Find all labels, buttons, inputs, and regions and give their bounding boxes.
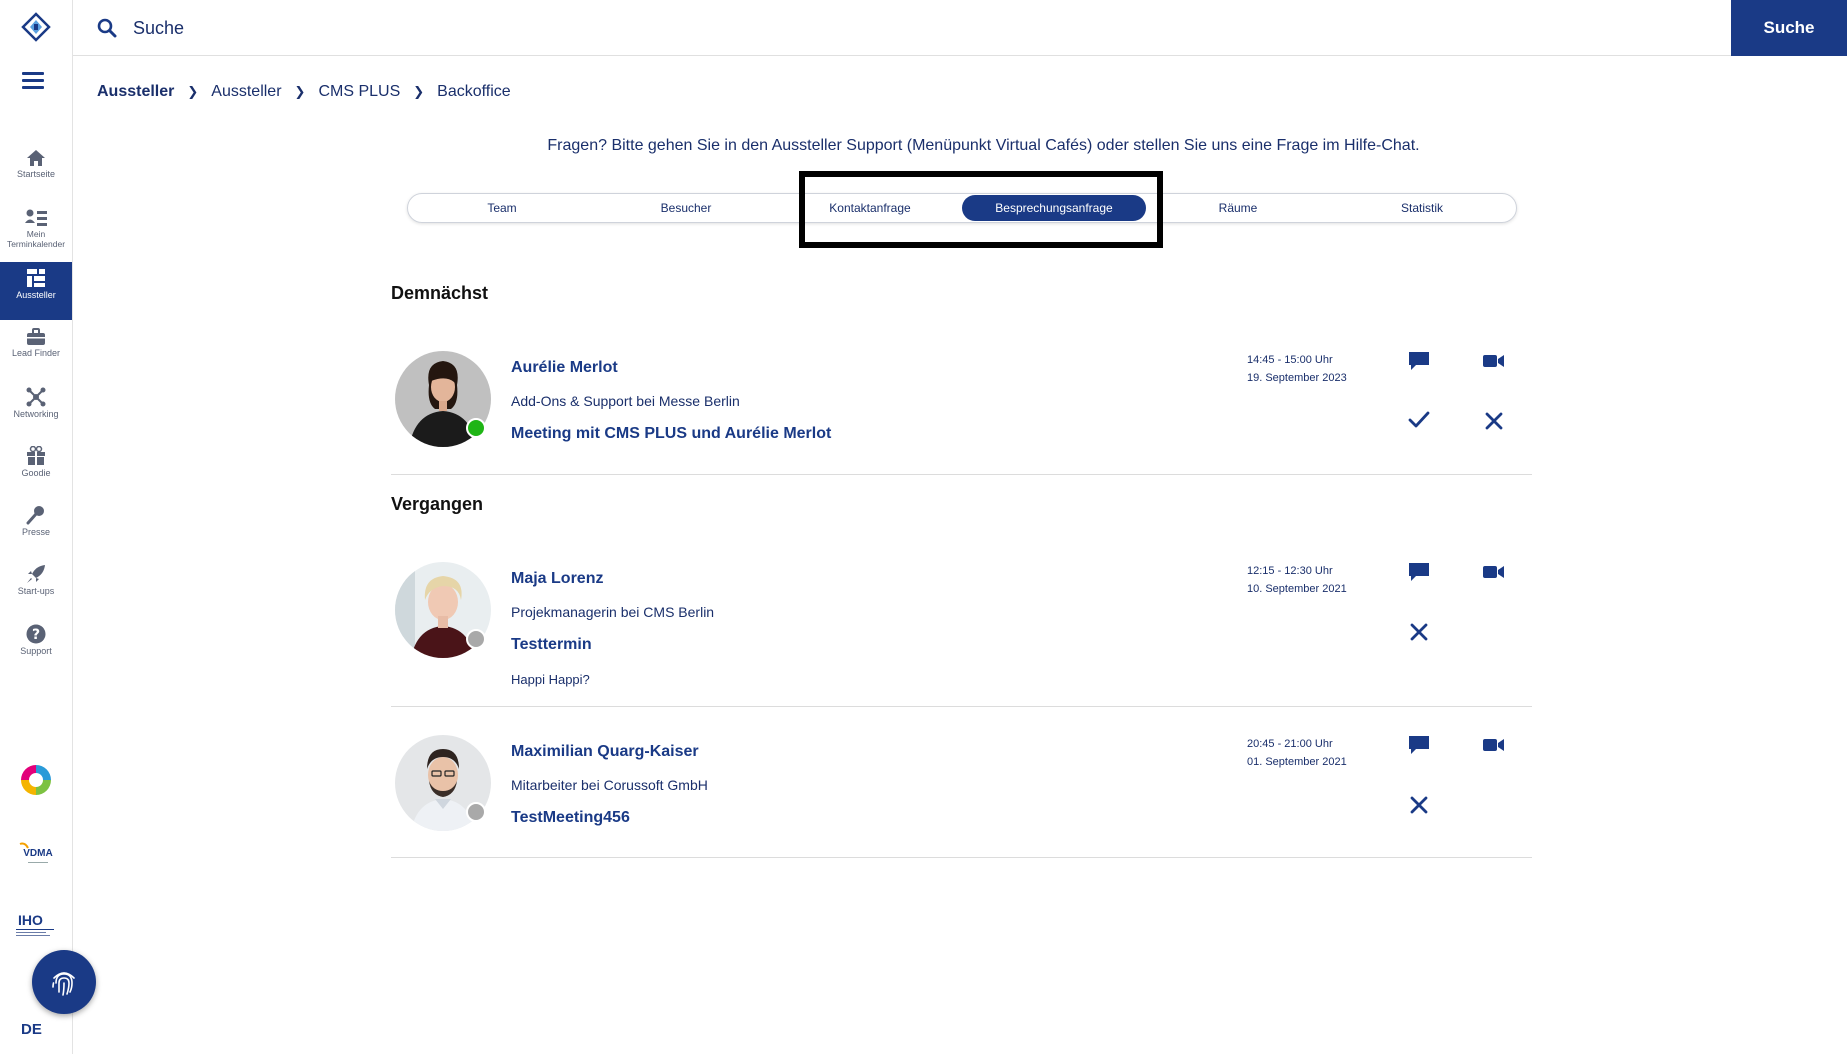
search-input[interactable] xyxy=(133,12,1633,44)
tab-kontaktanfrage[interactable]: Kontaktanfrage xyxy=(778,195,962,221)
tab-raeume[interactable]: Räume xyxy=(1146,195,1330,221)
sidebar-item-lead-finder[interactable]: Lead Finder xyxy=(0,322,72,380)
video-call-icon[interactable] xyxy=(1483,565,1505,579)
meeting-date: 10. September 2021 xyxy=(1247,583,1347,595)
divider xyxy=(391,474,1532,475)
backoffice-tabs: Team Besucher Kontaktanfrage Besprechung… xyxy=(407,193,1517,223)
sidebar-item-support[interactable]: ? Support xyxy=(0,618,72,676)
chat-icon[interactable] xyxy=(1408,562,1430,582)
decline-x-icon[interactable] xyxy=(1485,412,1503,430)
meeting-time-range: 20:45 - 21:00 Uhr xyxy=(1247,738,1333,750)
calendar-list-icon xyxy=(25,209,47,226)
sidebar-item-networking[interactable]: Networking xyxy=(0,381,72,439)
help-icon: ? xyxy=(26,624,46,644)
attendee-name[interactable]: Aurélie Merlot xyxy=(511,359,618,377)
attendee-name[interactable]: Maximilian Quarg-Kaiser xyxy=(511,743,699,761)
section-title-past: Vergangen xyxy=(391,494,484,514)
video-call-icon[interactable] xyxy=(1483,354,1505,368)
sidebar-item-label: Mein Terminkalender xyxy=(6,229,66,249)
divider xyxy=(391,706,1532,707)
gift-icon xyxy=(27,446,45,465)
tab-besprechungsanfrage[interactable]: Besprechungsanfrage xyxy=(962,195,1146,221)
chat-icon[interactable] xyxy=(1408,735,1430,755)
sidebar-item-label: Start-ups xyxy=(17,586,55,596)
svg-text:IHO: IHO xyxy=(18,912,43,928)
menu-hamburger-icon[interactable] xyxy=(22,72,44,90)
chat-icon[interactable] xyxy=(1408,351,1430,371)
svg-text:?: ? xyxy=(32,627,40,643)
meeting-time-range: 14:45 - 15:00 Uhr xyxy=(1247,354,1333,366)
meeting-date: 01. September 2021 xyxy=(1247,756,1347,768)
sidebar-item-goodie[interactable]: Goodie xyxy=(0,440,72,498)
decline-x-icon[interactable] xyxy=(1410,623,1428,641)
meeting-title: TestMeeting456 xyxy=(511,809,630,826)
chevron-right-icon: ❯ xyxy=(413,84,425,99)
attendee-role: Add-Ons & Support bei Messe Berlin xyxy=(511,393,740,409)
partner-logo-ring[interactable] xyxy=(14,762,58,803)
breadcrumb-item[interactable]: CMS PLUS xyxy=(318,83,400,101)
meeting-time: 20:45 - 21:00 Uhr 01. September 2021 xyxy=(1247,735,1347,771)
breadcrumb-item[interactable]: Backoffice xyxy=(437,83,511,101)
offline-status-dot xyxy=(466,629,486,649)
support-notice: Fragen? Bitte gehen Sie in den Ausstelle… xyxy=(547,137,1420,154)
chevron-right-icon: ❯ xyxy=(187,84,199,99)
meeting-title: Meeting mit CMS PLUS und Aurélie Merlot xyxy=(511,425,832,442)
microphone-icon xyxy=(26,506,44,525)
search-button[interactable]: Suche xyxy=(1731,0,1847,56)
accept-check-icon[interactable] xyxy=(1408,411,1430,429)
video-call-icon[interactable] xyxy=(1483,738,1505,752)
svg-text:VDMA: VDMA xyxy=(23,848,52,859)
sidebar-item-label: Aussteller xyxy=(16,290,56,300)
top-search-bar: Suche xyxy=(73,0,1847,56)
meeting-time: 14:45 - 15:00 Uhr 19. September 2023 xyxy=(1247,351,1347,387)
search-icon xyxy=(97,18,117,38)
meeting-time-range: 12:15 - 12:30 Uhr xyxy=(1247,565,1333,577)
attendee-role: Projekmanagerin bei CMS Berlin xyxy=(511,604,715,620)
exhibitor-icon xyxy=(27,269,45,287)
attendee-name[interactable]: Maja Lorenz xyxy=(511,570,603,588)
decline-x-icon[interactable] xyxy=(1410,796,1428,814)
chevron-right-icon: ❯ xyxy=(294,84,306,99)
sidebar-item-label: Networking xyxy=(13,409,59,419)
app-logo[interactable] xyxy=(20,12,52,42)
online-status-dot xyxy=(466,418,486,438)
sidebar-item-label: Goodie xyxy=(21,468,51,478)
sidebar-item-presse[interactable]: Presse xyxy=(0,499,72,557)
sidebar-item-terminkalender[interactable]: Mein Terminkalender xyxy=(0,203,72,261)
breadcrumb-item[interactable]: Aussteller xyxy=(211,83,281,101)
fingerprint-icon xyxy=(52,972,75,996)
divider xyxy=(391,857,1532,858)
sidebar-item-aussteller[interactable]: Aussteller xyxy=(0,262,72,320)
breadcrumb: Aussteller ❯ Aussteller ❯ CMS PLUS ❯ Bac… xyxy=(97,83,511,101)
meeting-title: Testtermin xyxy=(511,636,592,653)
sidebar: Startseite Mein Terminkalender Ausstelle… xyxy=(0,0,73,1054)
sidebar-item-label: Startseite xyxy=(16,169,56,179)
offline-status-dot xyxy=(466,802,486,822)
partner-logo-iho[interactable]: IHO xyxy=(14,910,58,943)
partner-logo-vdma[interactable]: VDMA xyxy=(14,840,58,873)
rocket-icon xyxy=(27,565,45,583)
meeting-date: 19. September 2023 xyxy=(1247,372,1347,384)
tab-statistik[interactable]: Statistik xyxy=(1330,195,1514,221)
fingerprint-chat-button[interactable] xyxy=(32,950,96,1014)
sidebar-item-label: Presse xyxy=(21,527,50,537)
network-icon xyxy=(26,387,46,407)
sidebar-item-label: Support xyxy=(20,646,52,656)
section-title-upcoming: Demnächst xyxy=(391,283,489,303)
tab-besucher[interactable]: Besucher xyxy=(594,195,778,221)
sidebar-item-start-ups[interactable]: Start-ups xyxy=(0,558,72,616)
meeting-note: Happi Happi? xyxy=(511,672,590,687)
sidebar-item-label: Lead Finder xyxy=(11,348,61,358)
tab-team[interactable]: Team xyxy=(410,195,594,221)
language-switch[interactable]: DE xyxy=(21,1021,42,1038)
attendee-role: Mitarbeiter bei Corussoft GmbH xyxy=(511,777,708,793)
briefcase-icon xyxy=(27,328,45,345)
meeting-time: 12:15 - 12:30 Uhr 10. September 2021 xyxy=(1247,562,1347,598)
breadcrumb-item[interactable]: Aussteller xyxy=(97,83,174,101)
